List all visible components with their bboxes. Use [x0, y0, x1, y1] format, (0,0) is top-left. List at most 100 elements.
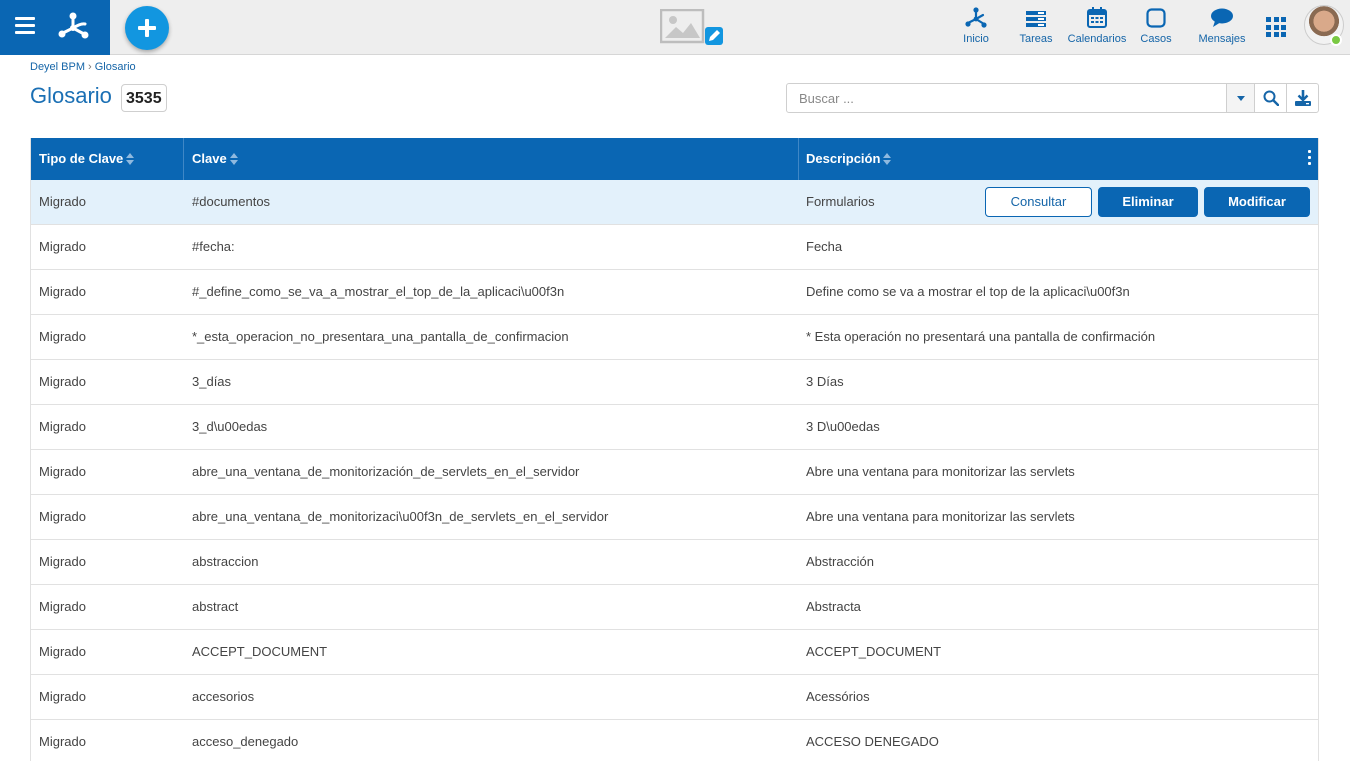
cell-tipo-de-clave: Migrado	[39, 554, 86, 569]
image-placeholder-icon[interactable]	[660, 9, 724, 49]
cell-clave: abre_una_ventana_de_monitorizaci\u00f3n_…	[192, 509, 609, 524]
sort-icon	[126, 152, 135, 165]
tasks-icon	[1026, 11, 1046, 27]
search-options-dropdown[interactable]	[1226, 84, 1254, 112]
cell-clave: abstract	[192, 599, 239, 614]
breadcrumb-separator: ›	[88, 61, 92, 73]
calendar-icon	[1087, 7, 1107, 28]
column-header-tipo-de-clave[interactable]: Tipo de Clave	[31, 138, 184, 180]
cell-tipo-de-clave: Migrado	[39, 644, 86, 659]
cell-descripcion: ACCEPT_DOCUMENT	[806, 644, 942, 659]
cell-descripcion: Abstracción	[806, 554, 874, 569]
delete-button[interactable]: Eliminar	[1098, 187, 1198, 217]
modify-button[interactable]: Modificar	[1204, 187, 1310, 217]
search-button[interactable]	[1254, 84, 1286, 112]
breadcrumb-root-link[interactable]: Deyel BPM	[30, 61, 85, 73]
cell-tipo-de-clave: Migrado	[39, 329, 86, 344]
cell-tipo-de-clave: Migrado	[39, 374, 86, 389]
table-row[interactable]: Migrado *_esta_operacion_no_presentara_un…	[31, 315, 1318, 360]
nav-calendarios-label: Calendarios	[1067, 33, 1127, 45]
table-row[interactable]: Migrado #fecha: Fecha	[31, 225, 1318, 270]
cell-tipo-de-clave: Migrado	[39, 194, 86, 209]
nav-casos-label: Casos	[1140, 33, 1172, 45]
download-icon	[1294, 90, 1311, 106]
cell-clave: 3_días	[192, 374, 232, 389]
cell-clave: abstraccion	[192, 554, 259, 569]
cell-descripcion: ACCESO DENEGADO	[806, 734, 939, 749]
cell-clave: accesorios	[192, 689, 255, 704]
table-row[interactable]: Migrado accesorios Acessórios	[31, 675, 1318, 720]
consult-button[interactable]: Consultar	[985, 187, 1092, 217]
search-bar	[786, 83, 1319, 113]
chat-bubble-icon	[1211, 8, 1233, 27]
column-header-descripcion[interactable]: Descripción	[798, 138, 1278, 180]
cell-clave: #documentos	[192, 194, 271, 209]
hamburger-menu-icon[interactable]	[15, 17, 35, 35]
cell-descripcion: Fecha	[806, 239, 843, 254]
cell-descripcion: Define como se va a mostrar el top de la…	[806, 284, 1130, 299]
cell-clave: #_define_como_se_va_a_mostrar_el_top_de_…	[192, 284, 565, 299]
table-row[interactable]: Migrado #_define_como_se_va_a_mostrar_el_…	[31, 270, 1318, 315]
square-icon	[1146, 8, 1166, 28]
cell-clave: abre_una_ventana_de_monitorización_de_se…	[192, 464, 580, 479]
apps-grid-icon[interactable]	[1266, 17, 1286, 37]
table-row[interactable]: Migrado ACCEPT_DOCUMENT ACCEPT_DOCUMENT	[31, 630, 1318, 675]
nav-tareas-label: Tareas	[1019, 33, 1053, 45]
cell-clave: *_esta_operacion_no_presentara_una_panta…	[192, 329, 569, 344]
cell-tipo-de-clave: Migrado	[39, 509, 86, 524]
cell-descripcion: * Esta operación no presentará una panta…	[806, 329, 1156, 344]
column-header-clave[interactable]: Clave	[184, 138, 798, 180]
deyel-logo[interactable]	[55, 8, 91, 44]
network-icon	[965, 7, 987, 28]
cell-clave: acceso_denegado	[192, 734, 299, 749]
row-actions: Consultar Eliminar Modificar	[985, 187, 1310, 217]
cell-tipo-de-clave: Migrado	[39, 464, 86, 479]
search-input[interactable]	[787, 84, 1227, 112]
record-count-badge: 3535	[121, 84, 167, 112]
cell-tipo-de-clave: Migrado	[39, 599, 86, 614]
cell-descripcion: Abre una ventana para monitorizar las se…	[806, 464, 1075, 479]
table-row[interactable]: Migrado abstract Abstracta	[31, 585, 1318, 630]
table-row[interactable]: Migrado acceso_denegado ACCESO DENEGADO	[31, 720, 1318, 761]
table-body: Migrado #documentos Formularios Consultar El…	[31, 180, 1318, 761]
cell-tipo-de-clave: Migrado	[39, 239, 86, 254]
table-row[interactable]: Migrado 3_d\u00edas 3 D\u00edas	[31, 405, 1318, 450]
cell-descripcion: Acessórios	[806, 689, 870, 704]
table-row[interactable]: Migrado abre_una_ventana_de_monitorizaci\…	[31, 495, 1318, 540]
top-bar: Inicio Tareas Calendarios Casos Mensajes	[0, 0, 1350, 55]
table-row[interactable]: Migrado abstraccion Abstracción	[31, 540, 1318, 585]
column-header-label: Tipo de Clave	[39, 151, 124, 166]
nav-mensajes[interactable]: Mensajes	[1195, 0, 1249, 55]
cell-clave: #fecha:	[192, 239, 235, 254]
cell-tipo-de-clave: Migrado	[39, 734, 86, 749]
column-menu-icon[interactable]	[1308, 150, 1312, 166]
sort-icon	[883, 152, 892, 165]
table-row[interactable]: Migrado abre_una_ventana_de_monitorizació…	[31, 450, 1318, 495]
cell-tipo-de-clave: Migrado	[39, 284, 86, 299]
page-title: Glosario	[30, 83, 112, 108]
cell-descripcion: 3 D\u00edas	[806, 419, 880, 434]
nav-mensajes-label: Mensajes	[1198, 33, 1246, 45]
nav-inicio-label: Inicio	[963, 33, 989, 45]
table-row[interactable]: Migrado #documentos Formularios Consultar El…	[31, 180, 1318, 225]
brand-block	[0, 0, 110, 55]
table-row[interactable]: Migrado 3_días 3 Días	[31, 360, 1318, 405]
cell-descripcion: Abre una ventana para monitorizar las se…	[806, 509, 1075, 524]
cell-tipo-de-clave: Migrado	[39, 419, 86, 434]
table-header: Tipo de Clave Clave Descripción	[31, 138, 1318, 180]
sort-icon	[229, 152, 238, 165]
nav-inicio[interactable]: Inicio	[955, 0, 997, 55]
glossary-table: Tipo de Clave Clave Descripción Migrado #…	[30, 138, 1319, 761]
nav-casos[interactable]: Casos	[1137, 0, 1175, 55]
breadcrumb-current-link[interactable]: Glosario	[95, 61, 136, 73]
search-icon	[1263, 90, 1279, 106]
add-button[interactable]	[125, 6, 169, 50]
cell-descripcion: 3 Días	[806, 374, 844, 389]
download-button[interactable]	[1286, 84, 1318, 112]
cell-descripcion: Abstracta	[806, 599, 861, 614]
column-header-label: Clave	[192, 151, 227, 166]
cell-clave: 3_d\u00edas	[192, 419, 268, 434]
cell-tipo-de-clave: Migrado	[39, 689, 86, 704]
nav-calendarios[interactable]: Calendarios	[1066, 0, 1128, 55]
nav-tareas[interactable]: Tareas	[1014, 0, 1058, 55]
